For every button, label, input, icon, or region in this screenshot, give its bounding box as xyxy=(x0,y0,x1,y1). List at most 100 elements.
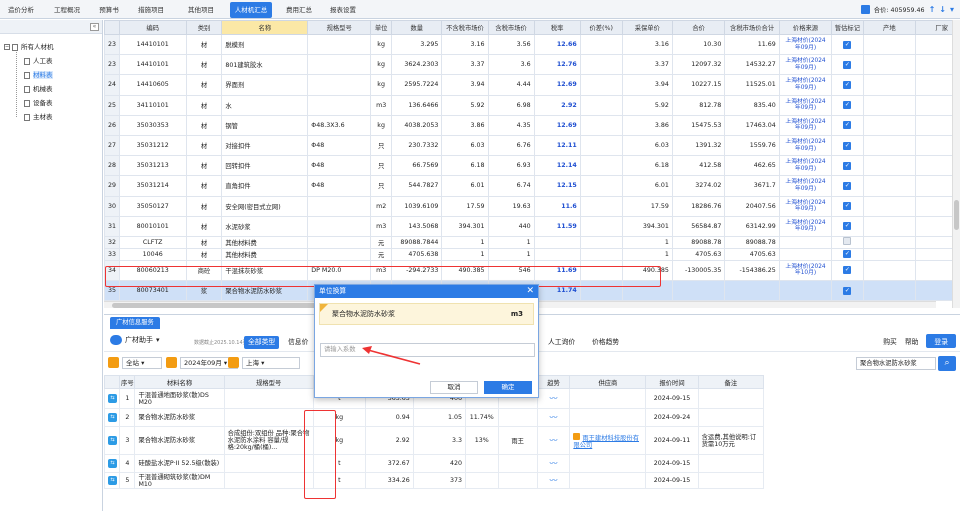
apply-price-icon[interactable]: ⇆ xyxy=(108,459,117,468)
cell-rate[interactable] xyxy=(533,235,581,249)
cell-pct[interactable] xyxy=(579,74,623,96)
table-row[interactable]: 27 35031212 材对接扣件 Φ48 只 230.7332 6.03 6.76 12.11… xyxy=(104,134,960,157)
cell-total2[interactable]: 3671.7 xyxy=(724,175,780,197)
cell-unit[interactable]: m3 xyxy=(370,215,393,237)
cell-p1[interactable]: 490.385 xyxy=(441,259,489,282)
calculator-icon[interactable] xyxy=(860,5,870,14)
table-row[interactable]: 25 34110101 材水 m3 136.6466 5.92 6.98 2.92 5.92 81… xyxy=(104,94,960,116)
cell-qty[interactable]: -294.2733 xyxy=(391,259,443,282)
cell-total2[interactable]: 1559.76 xyxy=(724,134,780,157)
cell-total2[interactable]: -154386.25 xyxy=(724,259,780,282)
cell-name[interactable]: 安全网(密目式立网) xyxy=(221,195,309,217)
cell-p2[interactable]: 1 xyxy=(487,247,535,261)
cell-spec[interactable] xyxy=(307,195,372,217)
cell-type[interactable]: 材 xyxy=(185,33,223,56)
cell-type[interactable]: 材 xyxy=(185,54,223,76)
table-row[interactable]: 26 35030353 材钢管 Φ48.3X3.6 kg 4038.2053 3.86 4.3… xyxy=(104,114,960,136)
cell-type[interactable]: 材 xyxy=(185,235,223,249)
table-row[interactable]: 32 CLFTZ 材其他材料费元 89088.7844 1 1 1 89088.78 89088… xyxy=(104,235,960,249)
column-header[interactable] xyxy=(104,20,120,35)
filter-icon[interactable]: ▾ xyxy=(950,5,954,14)
column-header[interactable]: 价格来源 xyxy=(778,20,833,35)
checkbox-icon[interactable]: ✓ xyxy=(843,121,852,130)
cell-total[interactable]: 15475.53 xyxy=(671,114,726,136)
trend-icon[interactable]: 〰 xyxy=(550,394,558,403)
cell-p1[interactable]: 6.18 xyxy=(441,155,489,177)
column-header[interactable]: 单位 xyxy=(370,20,393,35)
column-header[interactable]: 规格型号 xyxy=(307,20,372,35)
cell-pct[interactable] xyxy=(579,175,623,197)
apply-price-icon[interactable]: ⇆ xyxy=(108,436,117,445)
cell-code[interactable]: 35030353 xyxy=(118,114,187,136)
cell-spec[interactable]: Φ48 xyxy=(307,175,372,197)
cell-code[interactable]: 35031212 xyxy=(118,134,187,157)
cell-qty[interactable]: 136.6466 xyxy=(391,94,443,116)
cell-src[interactable]: 上海材价(2024年09月) xyxy=(778,155,833,177)
cell-name[interactable]: 其他材料费 xyxy=(221,247,309,261)
city-select[interactable]: 全站 ▾ xyxy=(122,357,162,369)
cell-rate[interactable]: 11.74 xyxy=(533,280,581,302)
cell-no[interactable]: 27 xyxy=(104,134,120,157)
tab-report-settings[interactable]: 报表设置 xyxy=(326,2,360,18)
cell-code[interactable]: 80060213 xyxy=(118,259,187,282)
column-header[interactable]: 供应商 xyxy=(569,375,647,389)
cell-src[interactable] xyxy=(778,235,833,249)
cell-qty[interactable]: 4038.2053 xyxy=(391,114,443,136)
cell-total2[interactable]: 17463.04 xyxy=(724,114,780,136)
column-header[interactable]: 不含税市场价 xyxy=(441,20,489,35)
checkbox-icon[interactable]: ✓ xyxy=(843,250,852,259)
cell-p3[interactable]: 5.92 xyxy=(621,94,673,116)
cell-empty[interactable] xyxy=(862,259,917,282)
cell-total2[interactable]: 20407.56 xyxy=(724,195,780,217)
tree-item-equipment[interactable]: 设备表 xyxy=(0,96,102,110)
scroll-thumb[interactable] xyxy=(954,200,959,230)
cell-p3[interactable]: 1 xyxy=(621,247,673,261)
tree-item-material[interactable]: 材料表 xyxy=(0,68,102,82)
tree-root[interactable]: − 所有人材机 xyxy=(0,40,102,54)
table-row[interactable]: 24 14410605 材界面剂 kg 2595.7224 3.94 4.44 12.69 3.… xyxy=(104,74,960,96)
cell-spec[interactable] xyxy=(307,94,372,116)
table-row[interactable]: 28 35031213 材回转扣件 Φ48 只 66.7569 6.18 6.93 12.14 6… xyxy=(104,155,960,177)
cell-total[interactable]: 56584.87 xyxy=(671,215,726,237)
cell-spec[interactable] xyxy=(307,74,372,96)
ok-button[interactable]: 确定 xyxy=(484,381,532,394)
price-row[interactable]: ⇆ 4 硅酸盐水泥P·II 52.5级(散装) t 372.67 420 〰 2024-09-… xyxy=(103,454,765,473)
cell-qty[interactable]: 2595.7224 xyxy=(391,74,443,96)
tree-item-main-material[interactable]: 主材表 xyxy=(0,110,102,124)
tab-fee-summary[interactable]: 费用汇总 xyxy=(282,2,316,18)
cell-name[interactable]: 直角扣件 xyxy=(221,175,309,197)
cell-total[interactable]: 89088.78 xyxy=(671,235,726,249)
cell-unit[interactable]: m3 xyxy=(370,259,393,282)
estimate-checkbox[interactable]: ✓ xyxy=(831,215,864,237)
checkbox-icon[interactable]: ✓ xyxy=(843,60,852,69)
cell-total[interactable]: 3274.02 xyxy=(671,175,726,197)
cell-pct[interactable] xyxy=(579,134,623,157)
cell-p3[interactable]: 6.03 xyxy=(621,134,673,157)
checkbox-icon[interactable]: ✓ xyxy=(843,141,852,150)
checkbox-icon[interactable]: ✓ xyxy=(843,266,852,275)
cell-total2[interactable]: 14532.27 xyxy=(724,54,780,76)
cell-rate[interactable] xyxy=(533,247,581,261)
cell-p1[interactable]: 1 xyxy=(441,235,489,249)
tab-labor-material-summary[interactable]: 人材机汇总 xyxy=(230,2,272,18)
cell-total2[interactable]: 11525.01 xyxy=(724,74,780,96)
cell-code[interactable]: 14410605 xyxy=(118,74,187,96)
cell-p3[interactable]: 490.385 xyxy=(621,259,673,282)
cell-name[interactable]: 其他材料费 xyxy=(221,235,309,249)
cell-no[interactable]: 33 xyxy=(104,247,120,261)
trend-chart-icon[interactable]: 〰 xyxy=(536,454,571,473)
cell-src[interactable]: 上海材价(2024年09月) xyxy=(778,114,833,136)
cell-spec[interactable]: DP M20.0 xyxy=(307,259,372,282)
cell-src[interactable]: 上海材价(2024年09月) xyxy=(778,33,833,56)
tab-project-overview[interactable]: 工程概况 xyxy=(50,2,84,18)
cell-no[interactable]: 24 xyxy=(104,74,120,96)
cell-spec[interactable]: Φ48 xyxy=(307,155,372,177)
cell-unit[interactable]: 元 xyxy=(370,247,393,261)
column-header[interactable]: 暂估标记 xyxy=(831,20,864,35)
trend-icon[interactable]: 〰 xyxy=(550,436,558,445)
cell-type[interactable]: 材 xyxy=(185,114,223,136)
cell-unit[interactable]: 只 xyxy=(370,175,393,197)
cell-name[interactable]: 801建筑胶水 xyxy=(221,54,309,76)
cell-rate[interactable]: 12.76 xyxy=(533,54,581,76)
estimate-checkbox[interactable]: ✓ xyxy=(831,114,864,136)
